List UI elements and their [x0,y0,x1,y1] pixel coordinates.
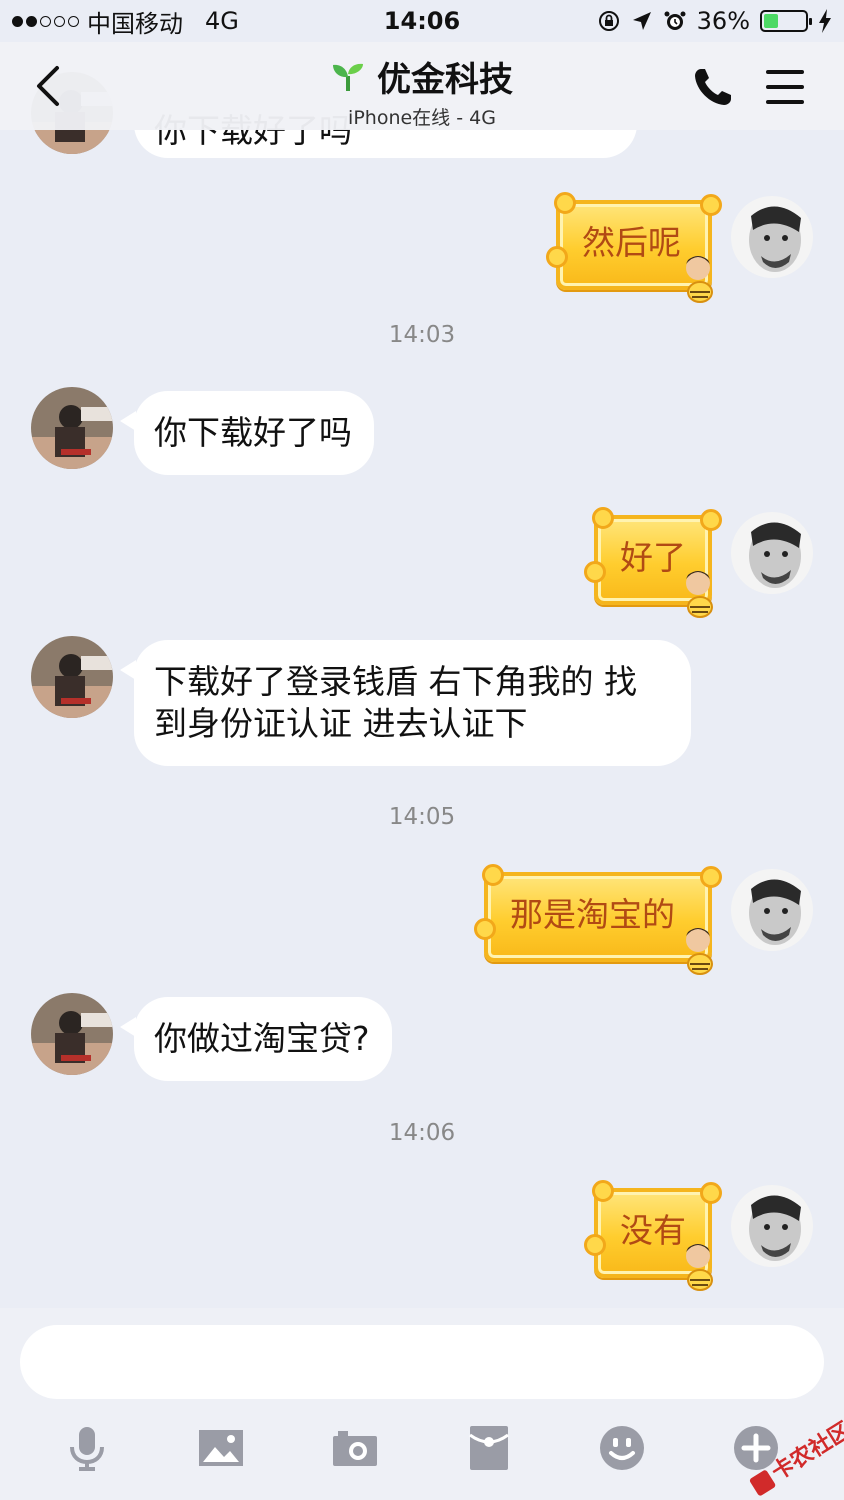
network-type: 4G [205,7,239,35]
sticker-message[interactable]: 然后呢 [546,192,722,303]
sticker-message[interactable]: 那是淘宝的 [474,864,722,975]
sticker-message[interactable]: 好了 [584,507,722,618]
my-avatar[interactable] [731,869,813,951]
message-text: 你下载好了吗 [154,413,352,452]
sticker-face-icon [686,256,713,303]
message-bubble[interactable]: 下载好了登录钱盾 右下角我的 找 到身份证认证 进去认证下 [120,640,691,766]
battery-icon [760,10,812,32]
message-text: 然后呢 [582,223,681,262]
chat-area[interactable]: 你下载好了吗 然后呢 14:03 你下载好了吗 好了 下载好了登录钱盾 右下角我… [0,0,844,1308]
message-input[interactable] [20,1325,824,1399]
camera-icon [333,1431,377,1466]
my-avatar[interactable] [731,196,813,278]
alarm-clock-icon [664,11,686,30]
contact-avatar[interactable] [31,993,113,1075]
battery-percent: 36% [696,7,750,35]
red-envelope-icon [469,1426,509,1470]
sticker-face-icon [686,1244,713,1291]
location-arrow-icon [632,12,651,30]
timestamp: 14:05 [388,804,456,830]
timestamp: 14:06 [388,1120,456,1146]
menu-button[interactable] [764,66,806,108]
sticker-face-icon [686,928,713,975]
my-avatar[interactable] [731,512,813,594]
phone-icon [695,69,731,105]
charging-bolt-icon [819,9,831,33]
menu-icon [766,70,804,74]
message-text-line: 到身份证认证 进去认证下 [154,704,528,743]
contact-avatar[interactable] [31,387,113,469]
message-bubble[interactable]: 你做过淘宝贷? [120,997,392,1081]
input-area [0,1308,844,1500]
sticker-face-icon [686,571,713,618]
voice-button[interactable] [62,1423,112,1473]
message-text: 好了 [620,538,686,577]
message-bubble[interactable]: 你下载好了吗 [120,391,374,475]
red-envelope-button[interactable] [464,1423,514,1473]
navigation-bar: 优金科技 iPhone在线 - 4G [0,42,844,130]
camera-button[interactable] [330,1423,380,1473]
message-text-line: 下载好了登录钱盾 右下角我的 找 [154,662,637,701]
sprout-icon [333,63,363,91]
emoji-button[interactable] [597,1423,647,1473]
voice-call-button[interactable] [692,66,734,108]
timestamp: 14:03 [388,322,456,348]
sticker-message[interactable]: 没有 [584,1180,722,1291]
carrier-name: 中国移动 [87,9,183,38]
message-text: 那是淘宝的 [510,895,675,934]
my-avatar[interactable] [731,1185,813,1267]
emoji-icon [600,1426,644,1470]
conversation-title: 优金科技 [377,60,513,100]
orientation-lock-icon [598,11,619,31]
signal-strength-icon [12,15,79,27]
message-text: 你做过淘宝贷? [154,1019,370,1058]
image-icon [199,1430,243,1466]
photo-button[interactable] [196,1423,246,1473]
contact-avatar[interactable] [31,636,113,718]
message-text: 没有 [620,1211,686,1250]
status-bar: 中国移动 4G 14:06 36% [0,0,844,42]
microphone-icon [70,1427,104,1471]
